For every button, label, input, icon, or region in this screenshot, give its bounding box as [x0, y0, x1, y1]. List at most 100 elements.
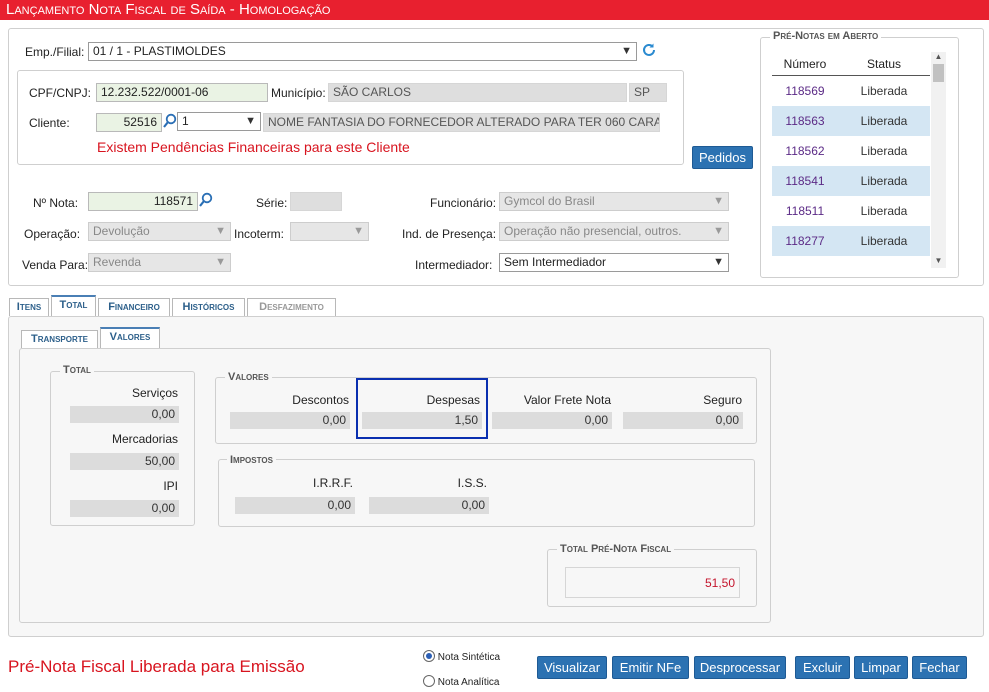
cliente-seq-value: 1 — [182, 114, 189, 128]
prenota-numero: 118511 — [785, 204, 825, 218]
emp-value: 01 / 1 - PLASTIMOLDES — [93, 44, 226, 58]
municipio-label: Município: — [271, 86, 326, 100]
incoterm-select: ▼ — [290, 222, 369, 241]
intermediador-select[interactable]: Sem Intermediador ▼ — [499, 253, 729, 272]
valores-legend: Valores — [225, 371, 272, 383]
prenota-status: Liberada — [838, 106, 930, 136]
impostos-legend: Impostos — [227, 454, 276, 466]
municipio-field: SÃO CARLOS — [328, 83, 627, 102]
scroll-down-icon[interactable]: ▼ — [931, 256, 946, 268]
prenota-status: Liberada — [860, 204, 908, 218]
search-icon[interactable] — [198, 192, 213, 209]
list-item[interactable]: 118277 Liberada — [772, 226, 930, 256]
ipi-value: 0,00 — [70, 500, 179, 517]
cpf-label: CPF/CNPJ: — [29, 86, 92, 100]
prenotas-table: 118569 Liberada 118563 Liberada 118562 Libe… — [772, 76, 930, 256]
chevron-down-icon: ▼ — [621, 45, 632, 57]
descontos-value: 0,00 — [230, 412, 350, 429]
seguro-value: 0,00 — [623, 412, 743, 429]
prenota-status: Liberada — [838, 226, 930, 256]
presenca-value: Operação não presencial, outros. — [504, 224, 682, 238]
tab-itens[interactable]: Itens — [9, 298, 49, 316]
emp-label: Emp./Filial: — [25, 45, 85, 59]
subtab-transporte[interactable]: Transporte — [21, 330, 98, 348]
prenota-numero: 118277 — [772, 226, 838, 256]
total-prenota-legend: Total Pré-Nota Fiscal — [557, 543, 675, 555]
radio-icon — [423, 650, 435, 662]
descontos-label: Descontos — [292, 393, 349, 407]
limpar-button[interactable]: Limpar — [854, 656, 908, 679]
tab-total[interactable]: Total — [51, 295, 96, 316]
cliente-code-field[interactable]: 52516 — [96, 113, 162, 132]
prenota-numero: 118569 — [785, 84, 825, 98]
frete-label: Valor Frete Nota — [523, 393, 611, 407]
prenotas-list: Número Status 118569 Liberada 118563 Liber… — [772, 52, 930, 270]
operacao-value: Devolução — [93, 224, 150, 238]
despesas-highlight — [356, 378, 488, 439]
scroll-up-icon[interactable]: ▲ — [931, 52, 946, 64]
chevron-down-icon: ▼ — [713, 256, 724, 268]
presenca-label: Ind. de Presença: — [402, 227, 497, 241]
operacao-label: Operação: — [24, 227, 81, 241]
list-item[interactable]: 118562 Liberada — [772, 136, 930, 166]
venda-select: Revenda ▼ — [88, 253, 231, 272]
tab-historicos[interactable]: Históricos — [172, 298, 245, 316]
tab-financeiro[interactable]: Financeiro — [98, 298, 170, 316]
nota-numero-label: Nº Nota: — [33, 196, 79, 210]
cpf-field[interactable]: 12.232.522/0001-06 — [96, 83, 268, 102]
mercadorias-value: 50,00 — [70, 453, 179, 470]
iss-label: I.S.S. — [457, 476, 487, 490]
radio-sintetica-label: Nota Sintética — [437, 652, 501, 663]
col-numero-header[interactable]: Número — [772, 52, 838, 75]
fechar-button[interactable]: Fechar — [912, 656, 967, 679]
list-item[interactable]: 118563 Liberada — [772, 106, 930, 136]
list-item[interactable]: 118511 Liberada — [772, 196, 930, 226]
frete-value: 0,00 — [492, 412, 612, 429]
prenotas-title: Pré-Notas em Aberto — [770, 30, 882, 42]
intermediador-value: Sem Intermediador — [504, 255, 607, 269]
venda-label: Venda Para: — [22, 258, 89, 272]
ipi-label: IPI — [163, 479, 178, 493]
radio-analitica-label: Nota Analítica — [437, 677, 500, 688]
irrf-label: I.R.R.F. — [312, 476, 353, 490]
nota-numero-field[interactable]: 118571 — [88, 192, 198, 211]
radio-sintetica[interactable]: Nota Sintética — [423, 650, 500, 665]
prenotas-scrollbar[interactable]: ▲ ▼ — [931, 52, 946, 268]
visualizar-button[interactable]: Visualizar — [537, 656, 607, 679]
status-text: Pré-Nota Fiscal Liberada para Emissão — [8, 657, 305, 676]
servicos-label: Serviços — [131, 386, 178, 400]
col-status-header[interactable]: Status — [838, 52, 930, 75]
desprocessar-button[interactable]: Desprocessar — [694, 656, 786, 679]
servicos-value: 0,00 — [70, 406, 179, 423]
search-icon[interactable] — [162, 113, 177, 130]
emitir-nfe-button[interactable]: Emitir NFe — [612, 656, 689, 679]
funcionario-select: Gymcol do Brasil ▼ — [499, 192, 729, 211]
refresh-icon[interactable] — [641, 42, 657, 58]
emp-select[interactable]: 01 / 1 - PLASTIMOLDES ▼ — [88, 42, 637, 61]
prenota-numero: 118562 — [785, 144, 825, 158]
cliente-label: Cliente: — [29, 116, 70, 130]
list-item[interactable]: 118541 Liberada — [772, 166, 930, 196]
chevron-down-icon: ▼ — [713, 225, 724, 237]
incoterm-label: Incoterm: — [234, 227, 285, 241]
list-item[interactable]: 118569 Liberada — [772, 76, 930, 106]
chevron-down-icon: ▼ — [215, 225, 226, 237]
funcionario-label: Funcionário: — [430, 196, 497, 210]
tab-desfazimento: Desfazimento — [247, 298, 336, 316]
radio-analitica[interactable]: Nota Analítica — [423, 675, 500, 690]
scrollbar-thumb[interactable] — [933, 64, 944, 82]
operacao-select: Devolução ▼ — [88, 222, 231, 241]
pedidos-button[interactable]: Pedidos — [692, 146, 753, 169]
chevron-down-icon: ▼ — [215, 256, 226, 268]
prenota-numero: 118541 — [772, 166, 838, 196]
pending-warning: Existem Pendências Financeiras para este… — [97, 139, 410, 155]
serie-label: Série: — [256, 196, 288, 210]
cliente-name-field: NOME FANTASIA DO FORNECEDOR ALTERADO PAR… — [263, 113, 660, 132]
uf-field: SP — [629, 83, 667, 102]
intermediador-label: Intermediador: — [415, 258, 493, 272]
subtab-valores[interactable]: Valores — [100, 327, 160, 348]
prenota-status: Liberada — [838, 166, 930, 196]
cliente-seq-select[interactable]: 1 ▼ — [177, 112, 261, 131]
prenota-numero: 118563 — [772, 106, 838, 136]
excluir-button[interactable]: Excluir — [795, 656, 850, 679]
